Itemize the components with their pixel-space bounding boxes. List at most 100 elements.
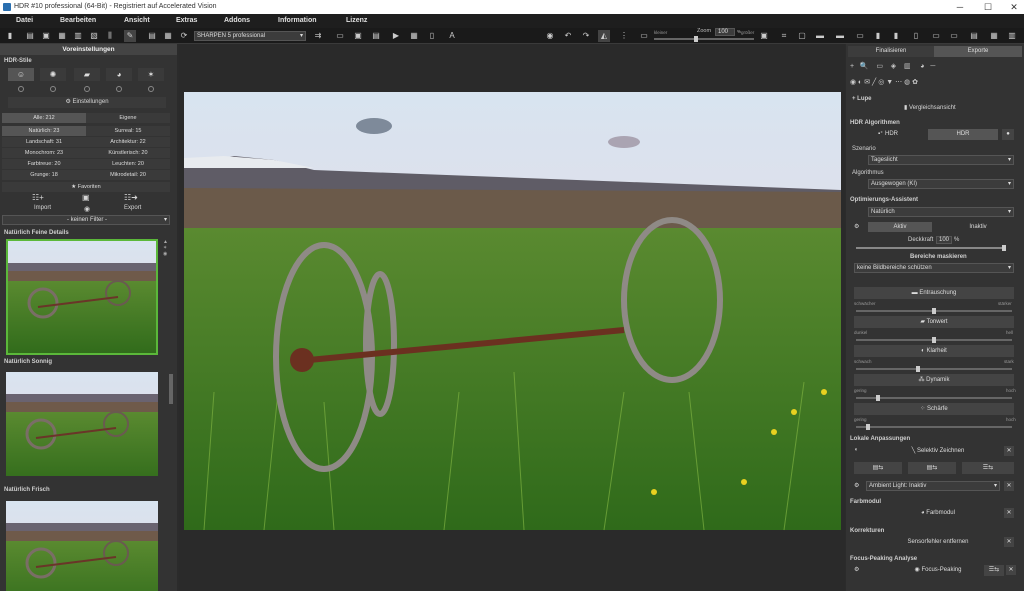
preset-thumb-1[interactable] bbox=[6, 239, 158, 355]
style-palette-icon[interactable]: ◕ bbox=[106, 68, 132, 81]
style-radio-4[interactable] bbox=[116, 86, 122, 92]
doc-icon[interactable]: ▯ bbox=[426, 30, 438, 42]
layout2-icon[interactable]: ▬ bbox=[834, 30, 846, 42]
tab-finalize[interactable]: Finalisieren bbox=[848, 46, 934, 57]
layout6-icon[interactable]: ▯ bbox=[910, 30, 922, 42]
focus-layout-button[interactable]: ☰⇆ bbox=[984, 565, 1004, 576]
play-icon[interactable]: ▶ bbox=[390, 30, 402, 42]
print-icon[interactable]: ▦ bbox=[56, 30, 68, 42]
sensor-button[interactable]: Sensorfehler entfernen bbox=[896, 537, 980, 548]
inaktiv-button[interactable]: Inaktiv bbox=[946, 222, 1010, 232]
menu-addons[interactable]: Addons bbox=[224, 17, 250, 24]
tune-icon[interactable]: ⫼ bbox=[104, 30, 116, 42]
style-person-icon[interactable]: ☺ bbox=[8, 68, 34, 81]
focus-close-button[interactable]: ✕ bbox=[1006, 565, 1016, 575]
sharpness-slider[interactable] bbox=[856, 424, 1012, 430]
menu-ansicht[interactable]: Ansicht bbox=[124, 17, 150, 24]
style-radio-3[interactable] bbox=[84, 86, 90, 92]
layout5-icon[interactable]: ▮ bbox=[890, 30, 902, 42]
algorithmus-select[interactable]: Ausgewogen (KI) ▾ bbox=[868, 179, 1014, 189]
category-microdetail[interactable]: Mikrodetail: 20 bbox=[86, 170, 170, 180]
sharpness-knob[interactable] bbox=[866, 424, 870, 430]
sensor-close-button[interactable]: ✕ bbox=[1004, 537, 1014, 547]
share-icon[interactable]: ⇉ bbox=[312, 30, 324, 42]
undo-icon[interactable]: ↶ bbox=[562, 30, 574, 42]
menu-datei[interactable]: Datei bbox=[16, 17, 33, 24]
mask-select[interactable]: keine Bildbereiche schützen ▾ bbox=[854, 263, 1014, 273]
edit-icon[interactable]: ✎ bbox=[124, 30, 136, 42]
color-module-button[interactable]: ◕ Farbmodul bbox=[896, 508, 980, 519]
eye-icon[interactable]: ◉ bbox=[544, 30, 556, 42]
layout8-icon[interactable]: ▭ bbox=[948, 30, 960, 42]
close-button[interactable]: ✕ bbox=[1000, 0, 1024, 14]
open-icon[interactable]: ▤ bbox=[24, 30, 36, 42]
film-icon[interactable]: ▦ bbox=[408, 30, 420, 42]
paste-icon[interactable]: ▦ bbox=[162, 30, 174, 42]
szenario-select[interactable]: Tageslicht ▾ bbox=[868, 155, 1014, 165]
layout11-icon[interactable]: ▥ bbox=[1006, 30, 1018, 42]
sharpen-select[interactable]: SHARPEN 5 professional ▾ bbox=[194, 31, 306, 41]
layout3-icon[interactable]: ▭ bbox=[854, 30, 866, 42]
export-button[interactable]: Export bbox=[124, 205, 141, 211]
image-canvas[interactable] bbox=[179, 44, 845, 591]
monitor-icon[interactable]: ▭ bbox=[334, 30, 346, 42]
zoom-slider-knob[interactable] bbox=[694, 36, 698, 42]
menu-extras[interactable]: Extras bbox=[176, 17, 197, 24]
tab-all[interactable]: Alle: 212 bbox=[2, 113, 86, 123]
aktiv-button[interactable]: Aktiv bbox=[868, 222, 932, 232]
dynamics-slider[interactable] bbox=[856, 395, 1012, 401]
tone-slider[interactable] bbox=[856, 337, 1012, 343]
category-glow[interactable]: Leuchten: 20 bbox=[86, 159, 170, 169]
minimize-button[interactable]: ─ bbox=[946, 0, 974, 14]
selective-close-button[interactable]: ✕ bbox=[1004, 446, 1014, 456]
deckkraft-slider[interactable] bbox=[856, 245, 1006, 251]
sharpness-button[interactable]: ⁘ Schärfe bbox=[854, 403, 1014, 415]
style-radio-5[interactable] bbox=[148, 86, 154, 92]
dynamics-knob[interactable] bbox=[876, 395, 880, 401]
preset-thumb-3[interactable] bbox=[6, 501, 158, 591]
layout4-icon[interactable]: ▮ bbox=[872, 30, 884, 42]
selective-draw-button[interactable]: ╲ Selektiv Zeichnen bbox=[896, 446, 980, 457]
zoom-out-icon[interactable]: ▭ bbox=[638, 30, 650, 42]
noise-slider[interactable] bbox=[856, 308, 1012, 314]
text-icon[interactable]: A bbox=[446, 30, 458, 42]
noise-knob[interactable] bbox=[932, 308, 936, 314]
category-colorfidelity[interactable]: Farbtreue: 20 bbox=[2, 159, 86, 169]
category-landscape[interactable]: Landschaft: 31 bbox=[2, 137, 86, 147]
clarity-button[interactable]: ◐ Klarheit bbox=[854, 345, 1014, 357]
clarity-knob[interactable] bbox=[916, 366, 920, 372]
hdr-option-dot[interactable]: ● bbox=[1002, 129, 1014, 140]
menu-information[interactable]: Information bbox=[278, 17, 317, 24]
crop-icon[interactable]: ⌗ bbox=[778, 30, 790, 42]
batch-icon[interactable]: ▥ bbox=[72, 30, 84, 42]
maximize-button[interactable]: ☐ bbox=[974, 0, 1002, 14]
copy-icon[interactable]: ▤ bbox=[146, 30, 158, 42]
presets-scrollbar[interactable] bbox=[169, 374, 173, 404]
preset-thumb-2[interactable] bbox=[6, 372, 158, 476]
save-preset-icon[interactable]: ▣ bbox=[82, 193, 90, 202]
mask-tool-2[interactable]: ▤⇆ bbox=[908, 462, 956, 474]
refresh-icon[interactable]: ⟳ bbox=[178, 30, 190, 42]
settings-button[interactable]: ⚙ Einstellungen bbox=[8, 97, 166, 108]
frame-icon[interactable]: ▢ bbox=[796, 30, 808, 42]
category-natural[interactable]: Natürlich: 23 bbox=[2, 126, 86, 136]
style-car-icon[interactable]: ▰ bbox=[74, 68, 100, 81]
layout7-icon[interactable]: ▭ bbox=[930, 30, 942, 42]
import-button[interactable]: Import bbox=[34, 205, 51, 211]
layout1-icon[interactable]: ▬ bbox=[814, 30, 826, 42]
ambient-select[interactable]: Ambient Light: Inaktiv ▾ bbox=[866, 481, 1000, 491]
clarity-slider[interactable] bbox=[856, 366, 1012, 372]
deckkraft-value[interactable]: 100 bbox=[936, 236, 952, 244]
style-light-icon[interactable]: ✺ bbox=[40, 68, 66, 81]
new-icon[interactable]: ▮ bbox=[4, 30, 16, 42]
thumb-side-icons[interactable]: ▲ ✶ ◉ bbox=[163, 239, 168, 257]
hdr-button-2[interactable]: HDR bbox=[928, 129, 998, 140]
dynamics-button[interactable]: ⁂ Dynamik bbox=[854, 374, 1014, 386]
fit-icon[interactable]: ▣ bbox=[758, 30, 770, 42]
category-grunge[interactable]: Grunge: 18 bbox=[2, 170, 86, 180]
compare-view[interactable]: ▮ Vergleichsansicht bbox=[904, 104, 956, 111]
export-tools-row-1[interactable]: + 🔍 ▭ ◈ ▥ ◕ ─ bbox=[850, 60, 1022, 73]
style-radio-1[interactable] bbox=[18, 86, 24, 92]
style-star-icon[interactable]: ✶ bbox=[138, 68, 164, 81]
export-icon[interactable]: ☷➜ bbox=[124, 193, 138, 202]
